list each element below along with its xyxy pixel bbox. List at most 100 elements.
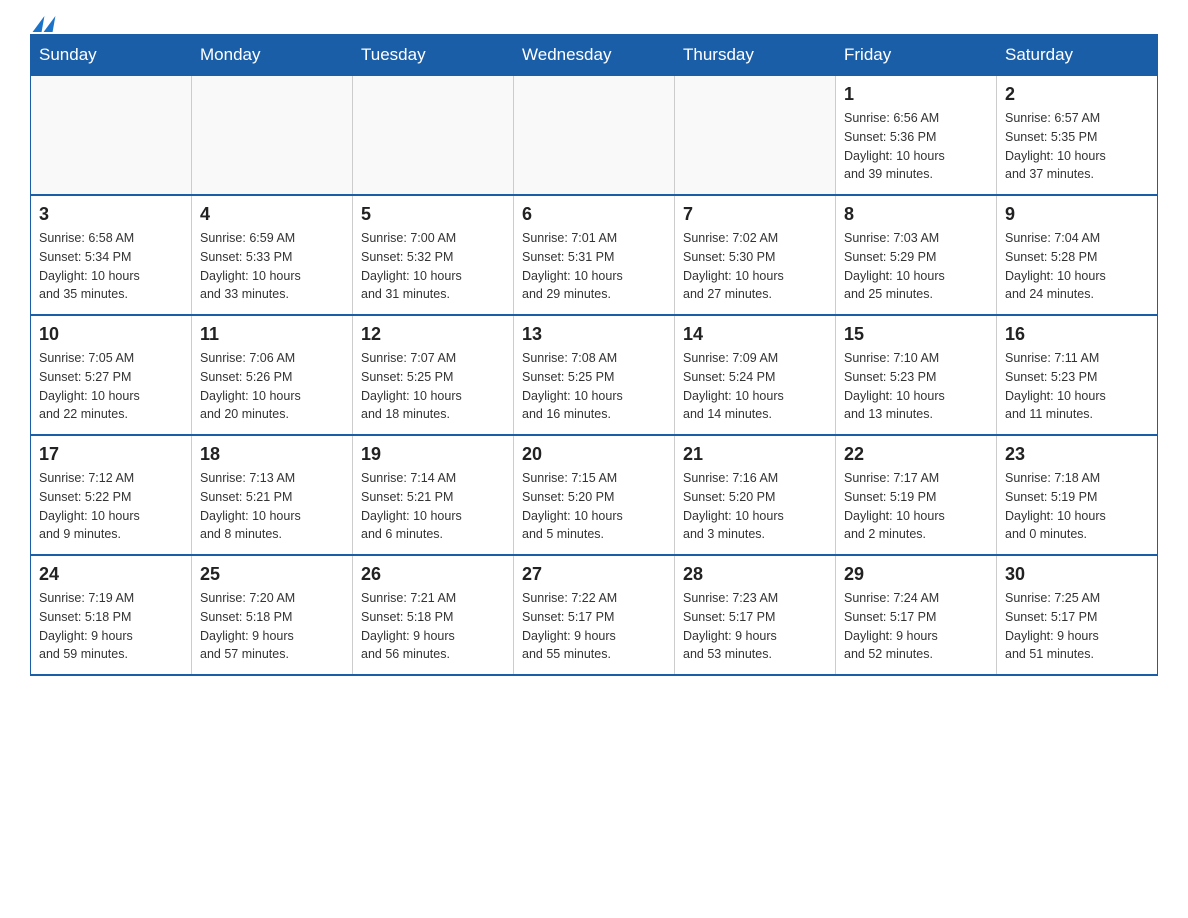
calendar-week-1: 1 Sunrise: 6:56 AM Sunset: 5:36 PM Daylig… [31, 76, 1158, 196]
day-number: 3 [39, 204, 183, 225]
day-number: 18 [200, 444, 344, 465]
day-info: Sunrise: 7:13 AM Sunset: 5:21 PM Dayligh… [200, 469, 344, 544]
day-info: Sunrise: 7:08 AM Sunset: 5:25 PM Dayligh… [522, 349, 666, 424]
day-number: 30 [1005, 564, 1149, 585]
day-info: Sunrise: 7:23 AM Sunset: 5:17 PM Dayligh… [683, 589, 827, 664]
day-number: 26 [361, 564, 505, 585]
weekday-header-saturday: Saturday [997, 35, 1158, 76]
calendar-cell: 27 Sunrise: 7:22 AM Sunset: 5:17 PM Dayli… [514, 555, 675, 675]
weekday-header-monday: Monday [192, 35, 353, 76]
page-header [30, 20, 1158, 24]
day-number: 9 [1005, 204, 1149, 225]
day-number: 10 [39, 324, 183, 345]
day-info: Sunrise: 7:14 AM Sunset: 5:21 PM Dayligh… [361, 469, 505, 544]
day-number: 6 [522, 204, 666, 225]
calendar-cell [514, 76, 675, 196]
day-info: Sunrise: 7:09 AM Sunset: 5:24 PM Dayligh… [683, 349, 827, 424]
day-info: Sunrise: 7:06 AM Sunset: 5:26 PM Dayligh… [200, 349, 344, 424]
day-info: Sunrise: 7:25 AM Sunset: 5:17 PM Dayligh… [1005, 589, 1149, 664]
day-info: Sunrise: 7:01 AM Sunset: 5:31 PM Dayligh… [522, 229, 666, 304]
day-info: Sunrise: 7:11 AM Sunset: 5:23 PM Dayligh… [1005, 349, 1149, 424]
day-number: 11 [200, 324, 344, 345]
day-number: 13 [522, 324, 666, 345]
day-info: Sunrise: 7:16 AM Sunset: 5:20 PM Dayligh… [683, 469, 827, 544]
day-info: Sunrise: 7:12 AM Sunset: 5:22 PM Dayligh… [39, 469, 183, 544]
calendar-cell: 3Sunrise: 6:58 AM Sunset: 5:34 PM Daylig… [31, 195, 192, 315]
calendar-cell: 8 Sunrise: 7:03 AM Sunset: 5:29 PM Daylig… [836, 195, 997, 315]
day-info: Sunrise: 7:20 AM Sunset: 5:18 PM Dayligh… [200, 589, 344, 664]
calendar-cell [353, 76, 514, 196]
day-info: Sunrise: 7:00 AM Sunset: 5:32 PM Dayligh… [361, 229, 505, 304]
day-info: Sunrise: 6:57 AM Sunset: 5:35 PM Dayligh… [1005, 109, 1149, 184]
calendar-week-5: 24 Sunrise: 7:19 AM Sunset: 5:18 PM Dayli… [31, 555, 1158, 675]
day-number: 17 [39, 444, 183, 465]
day-number: 15 [844, 324, 988, 345]
day-info: Sunrise: 7:21 AM Sunset: 5:18 PM Dayligh… [361, 589, 505, 664]
day-number: 28 [683, 564, 827, 585]
day-info: Sunrise: 7:24 AM Sunset: 5:17 PM Dayligh… [844, 589, 988, 664]
calendar-cell: 28 Sunrise: 7:23 AM Sunset: 5:17 PM Dayli… [675, 555, 836, 675]
day-number: 20 [522, 444, 666, 465]
calendar-table: SundayMondayTuesdayWednesdayThursdayFrid… [30, 34, 1158, 676]
calendar-cell: 22 Sunrise: 7:17 AM Sunset: 5:19 PM Dayli… [836, 435, 997, 555]
calendar-cell: 13 Sunrise: 7:08 AM Sunset: 5:25 PM Dayli… [514, 315, 675, 435]
calendar-cell: 10Sunrise: 7:05 AM Sunset: 5:27 PM Dayli… [31, 315, 192, 435]
day-info: Sunrise: 6:59 AM Sunset: 5:33 PM Dayligh… [200, 229, 344, 304]
day-number: 22 [844, 444, 988, 465]
calendar-cell: 12 Sunrise: 7:07 AM Sunset: 5:25 PM Dayli… [353, 315, 514, 435]
day-number: 5 [361, 204, 505, 225]
day-number: 16 [1005, 324, 1149, 345]
weekday-header-friday: Friday [836, 35, 997, 76]
day-number: 2 [1005, 84, 1149, 105]
day-number: 8 [844, 204, 988, 225]
logo [30, 20, 54, 24]
day-info: Sunrise: 6:56 AM Sunset: 5:36 PM Dayligh… [844, 109, 988, 184]
calendar-cell: 25 Sunrise: 7:20 AM Sunset: 5:18 PM Dayli… [192, 555, 353, 675]
calendar-cell: 15 Sunrise: 7:10 AM Sunset: 5:23 PM Dayli… [836, 315, 997, 435]
day-info: Sunrise: 7:04 AM Sunset: 5:28 PM Dayligh… [1005, 229, 1149, 304]
day-number: 4 [200, 204, 344, 225]
calendar-cell [192, 76, 353, 196]
weekday-header-tuesday: Tuesday [353, 35, 514, 76]
day-number: 29 [844, 564, 988, 585]
calendar-cell: 7 Sunrise: 7:02 AM Sunset: 5:30 PM Daylig… [675, 195, 836, 315]
calendar-cell: 6 Sunrise: 7:01 AM Sunset: 5:31 PM Daylig… [514, 195, 675, 315]
day-info: Sunrise: 7:17 AM Sunset: 5:19 PM Dayligh… [844, 469, 988, 544]
day-info: Sunrise: 7:02 AM Sunset: 5:30 PM Dayligh… [683, 229, 827, 304]
day-number: 12 [361, 324, 505, 345]
day-info: Sunrise: 7:03 AM Sunset: 5:29 PM Dayligh… [844, 229, 988, 304]
calendar-cell: 23 Sunrise: 7:18 AM Sunset: 5:19 PM Dayli… [997, 435, 1158, 555]
day-info: Sunrise: 7:22 AM Sunset: 5:17 PM Dayligh… [522, 589, 666, 664]
day-info: Sunrise: 7:07 AM Sunset: 5:25 PM Dayligh… [361, 349, 505, 424]
calendar-week-4: 17 Sunrise: 7:12 AM Sunset: 5:22 PM Dayli… [31, 435, 1158, 555]
day-number: 7 [683, 204, 827, 225]
day-number: 21 [683, 444, 827, 465]
calendar-cell: 9 Sunrise: 7:04 AM Sunset: 5:28 PM Daylig… [997, 195, 1158, 315]
day-info: Sunrise: 7:15 AM Sunset: 5:20 PM Dayligh… [522, 469, 666, 544]
calendar-cell: 19Sunrise: 7:14 AM Sunset: 5:21 PM Dayli… [353, 435, 514, 555]
calendar-cell: 14 Sunrise: 7:09 AM Sunset: 5:24 PM Dayli… [675, 315, 836, 435]
calendar-cell: 2 Sunrise: 6:57 AM Sunset: 5:35 PM Daylig… [997, 76, 1158, 196]
day-info: Sunrise: 7:10 AM Sunset: 5:23 PM Dayligh… [844, 349, 988, 424]
day-number: 24 [39, 564, 183, 585]
calendar-cell: 1 Sunrise: 6:56 AM Sunset: 5:36 PM Daylig… [836, 76, 997, 196]
calendar-cell: 16 Sunrise: 7:11 AM Sunset: 5:23 PM Dayli… [997, 315, 1158, 435]
day-info: Sunrise: 7:18 AM Sunset: 5:19 PM Dayligh… [1005, 469, 1149, 544]
calendar-cell: 30 Sunrise: 7:25 AM Sunset: 5:17 PM Dayli… [997, 555, 1158, 675]
day-number: 14 [683, 324, 827, 345]
day-number: 1 [844, 84, 988, 105]
calendar-cell: 5 Sunrise: 7:00 AM Sunset: 5:32 PM Daylig… [353, 195, 514, 315]
day-number: 27 [522, 564, 666, 585]
calendar-cell: 24 Sunrise: 7:19 AM Sunset: 5:18 PM Dayli… [31, 555, 192, 675]
calendar-cell [31, 76, 192, 196]
calendar-cell: 20 Sunrise: 7:15 AM Sunset: 5:20 PM Dayli… [514, 435, 675, 555]
calendar-cell: 26 Sunrise: 7:21 AM Sunset: 5:18 PM Dayli… [353, 555, 514, 675]
day-info: Sunrise: 7:19 AM Sunset: 5:18 PM Dayligh… [39, 589, 183, 664]
calendar-cell: 18 Sunrise: 7:13 AM Sunset: 5:21 PM Dayli… [192, 435, 353, 555]
calendar-cell: 29 Sunrise: 7:24 AM Sunset: 5:17 PM Dayli… [836, 555, 997, 675]
calendar-cell: 4 Sunrise: 6:59 AM Sunset: 5:33 PM Daylig… [192, 195, 353, 315]
calendar-cell: 21 Sunrise: 7:16 AM Sunset: 5:20 PM Dayli… [675, 435, 836, 555]
calendar-week-3: 10Sunrise: 7:05 AM Sunset: 5:27 PM Dayli… [31, 315, 1158, 435]
day-number: 25 [200, 564, 344, 585]
day-number: 23 [1005, 444, 1149, 465]
